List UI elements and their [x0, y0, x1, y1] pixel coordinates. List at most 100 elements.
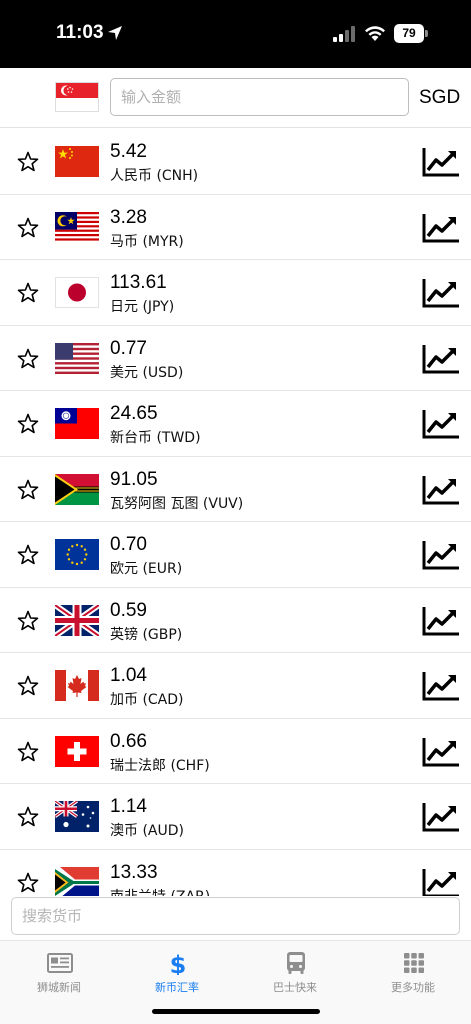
rate-row-cad[interactable]: 1.04 加币 (CAD) — [0, 653, 471, 719]
tab-news[interactable]: 狮城新闻 — [0, 941, 118, 1001]
rate-row-twd[interactable]: 24.65 新台币 (TWD) — [0, 391, 471, 457]
rate-row-myr[interactable]: 3.28 马币 (MYR) — [0, 195, 471, 260]
tab-label: 新币汇率 — [155, 981, 199, 994]
rate-row-cnh[interactable]: 5.42 人民币 (CNH) — [0, 129, 471, 195]
battery-indicator: 79 — [394, 24, 424, 43]
status-time: 11:03 — [56, 22, 104, 43]
currency-name: 澳币 (AUD) — [110, 823, 184, 839]
star-icon[interactable] — [16, 281, 40, 305]
dollar-icon: $ — [170, 951, 187, 975]
trend-chart-icon[interactable] — [421, 605, 461, 637]
za-flag-icon — [55, 866, 99, 896]
trend-chart-icon[interactable] — [421, 867, 461, 897]
rate-row-eur[interactable]: 0.70 欧元 (EUR) — [0, 522, 471, 588]
rate-value: 0.59 — [110, 599, 147, 621]
trend-chart-icon[interactable] — [421, 539, 461, 571]
trend-chart-icon[interactable] — [421, 277, 461, 309]
location-arrow-icon — [108, 26, 122, 40]
trend-chart-icon[interactable] — [421, 408, 461, 440]
tab-exchange-rate[interactable]: $ 新币汇率 — [118, 941, 236, 1001]
trend-chart-icon[interactable] — [421, 736, 461, 768]
amount-input-row: SGD — [0, 68, 471, 128]
search-bar — [0, 896, 471, 940]
rate-value: 5.42 — [110, 141, 147, 162]
trend-chart-icon[interactable] — [421, 343, 461, 375]
au-flag-icon — [55, 801, 99, 832]
rate-value: 0.70 — [110, 534, 147, 555]
tab-label: 更多功能 — [391, 981, 435, 994]
my-flag-icon — [55, 211, 99, 243]
rate-value: 1.14 — [110, 796, 147, 817]
rate-value: 1.04 — [110, 665, 147, 686]
tab-more[interactable]: 更多功能 — [354, 941, 471, 1001]
currency-name: 加币 (CAD) — [110, 692, 184, 708]
star-icon[interactable] — [16, 543, 40, 567]
star-icon[interactable] — [16, 216, 40, 240]
rate-value: 3.28 — [110, 206, 147, 228]
currency-name: 英镑 (GBP) — [110, 626, 183, 643]
bus-icon — [287, 952, 305, 974]
rate-value: 24.65 — [110, 403, 158, 424]
newspaper-icon — [47, 953, 73, 973]
svg-text:$: $ — [170, 951, 187, 975]
trend-chart-icon[interactable] — [421, 474, 461, 506]
currency-name: 新台币 (TWD) — [110, 430, 201, 446]
rate-row-chf[interactable]: 0.66 瑞士法郎 (CHF) — [0, 719, 471, 784]
currency-name: 马币 (MYR) — [110, 233, 184, 250]
rate-row-jpy[interactable]: 113.61 日元 (JPY) — [0, 260, 471, 326]
rate-value: 13.33 — [110, 861, 158, 883]
tab-label: 巴士快来 — [273, 981, 317, 994]
us-flag-icon — [55, 342, 99, 374]
rate-value: 0.77 — [110, 337, 147, 359]
rate-value: 91.05 — [110, 468, 158, 490]
currency-name: 欧元 (EUR) — [110, 561, 183, 577]
cellular-signal-icon — [333, 26, 355, 42]
currency-name: 日元 (JPY) — [110, 299, 175, 315]
rate-value: 0.66 — [110, 730, 147, 752]
status-bar: 11:03 79 — [0, 0, 471, 68]
battery-nub — [425, 30, 428, 37]
star-icon[interactable] — [16, 150, 40, 174]
trend-chart-icon[interactable] — [421, 801, 461, 833]
vu-flag-icon — [55, 473, 99, 505]
base-currency-code[interactable]: SGD — [419, 87, 460, 109]
tab-label: 狮城新闻 — [37, 981, 81, 994]
ch-flag-icon — [55, 735, 99, 767]
trend-chart-icon[interactable] — [421, 212, 461, 244]
cn-flag-icon — [55, 146, 99, 177]
grid-icon — [404, 953, 424, 973]
star-icon[interactable] — [16, 347, 40, 371]
star-icon[interactable] — [16, 478, 40, 502]
rate-row-zar[interactable]: 13.33 南非兰特 (ZAR) — [0, 850, 471, 897]
star-icon[interactable] — [16, 805, 40, 829]
tab-bus[interactable]: 巴士快来 — [236, 941, 354, 1001]
star-icon[interactable] — [16, 609, 40, 633]
rate-value: 113.61 — [110, 272, 167, 293]
star-icon[interactable] — [16, 871, 40, 895]
currency-name: 人民币 (CNH) — [110, 168, 199, 184]
currency-name: 美元 (USD) — [110, 364, 184, 381]
gb-flag-icon — [55, 604, 99, 636]
star-icon[interactable] — [16, 740, 40, 764]
eu-flag-icon — [55, 539, 99, 570]
star-icon[interactable] — [16, 674, 40, 698]
rate-row-usd[interactable]: 0.77 美元 (USD) — [0, 326, 471, 391]
currency-name: 南非兰特 (ZAR) — [110, 886, 210, 897]
jp-flag-icon — [55, 277, 99, 308]
currency-search-input[interactable] — [11, 897, 460, 935]
rate-list[interactable]: 5.42 人民币 (CNH) 3.28 马币 (MYR) 113.61 日元 (… — [0, 129, 471, 896]
sg-flag-icon — [55, 82, 99, 112]
home-indicator[interactable] — [152, 1009, 320, 1014]
currency-name: 瓦努阿图 瓦图 (VUV) — [110, 495, 244, 512]
rate-row-gbp[interactable]: 0.59 英镑 (GBP) — [0, 588, 471, 653]
trend-chart-icon[interactable] — [421, 670, 461, 702]
star-icon[interactable] — [16, 412, 40, 436]
trend-chart-icon[interactable] — [421, 146, 461, 178]
amount-input[interactable] — [110, 78, 409, 116]
rate-row-vuv[interactable]: 91.05 瓦努阿图 瓦图 (VUV) — [0, 457, 471, 522]
wifi-icon — [365, 26, 385, 41]
rate-row-aud[interactable]: 1.14 澳币 (AUD) — [0, 784, 471, 850]
currency-name: 瑞士法郎 (CHF) — [110, 757, 210, 774]
tw-flag-icon — [55, 408, 99, 439]
ca-flag-icon — [55, 670, 99, 701]
